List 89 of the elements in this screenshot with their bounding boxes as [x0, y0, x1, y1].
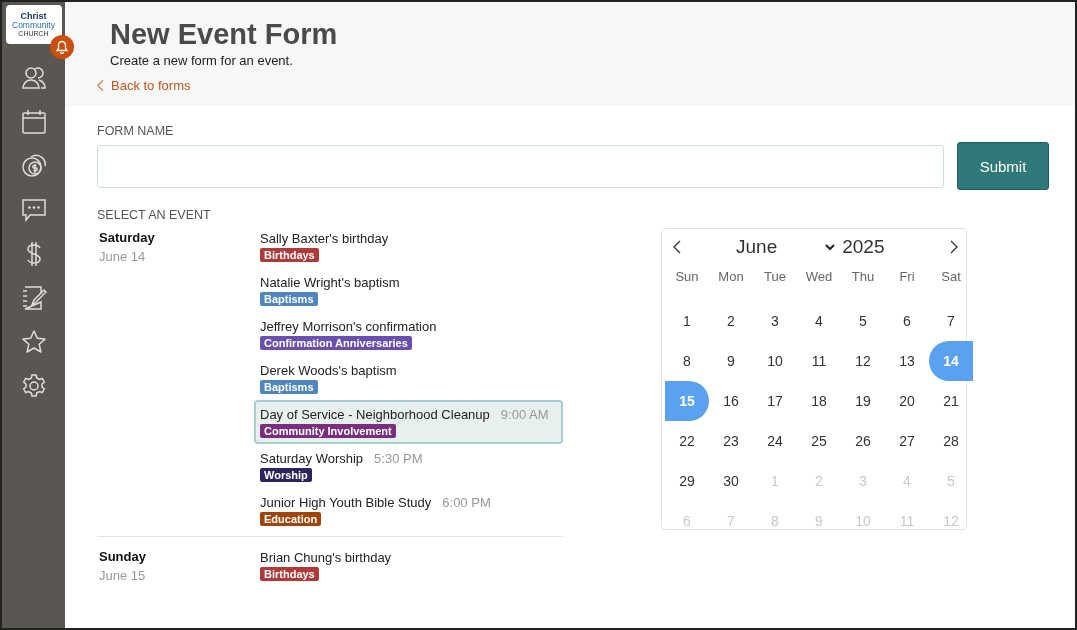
people-icon[interactable] [20, 65, 47, 91]
year-field[interactable]: 2025 [842, 236, 885, 258]
calendar-day[interactable]: 7 [929, 301, 973, 341]
event-time: 9:00 AM [500, 407, 549, 422]
event-title: Sally Baxter's birthday [260, 231, 389, 246]
weekday-label: Tue [763, 267, 787, 286]
calendar-day[interactable]: 30 [709, 461, 753, 501]
event-title: Derek Woods's baptism [260, 363, 397, 378]
weekday-label: Wed [804, 267, 834, 286]
calendar-day[interactable]: 13 [885, 341, 929, 381]
chat-icon[interactable] [20, 197, 47, 223]
category-tag: Education [260, 512, 322, 526]
day-name: Saturday [99, 230, 156, 245]
category-tag: Birthdays [260, 567, 319, 581]
calendar-day[interactable]: 20 [885, 381, 929, 421]
calendar-day[interactable]: 23 [709, 421, 753, 461]
category-tag: Baptisms [260, 380, 318, 394]
calendar-day[interactable]: 28 [929, 421, 973, 461]
event-item[interactable]: Day of Service - Neighborhood Cleanup 9:00 AM Community Involvement [254, 400, 563, 444]
notebook-icon[interactable] [20, 285, 47, 311]
calendar-day[interactable]: 1 [665, 301, 709, 341]
chevron-right-icon [950, 240, 958, 254]
event-item[interactable]: Junior High Youth Bible Study 6:00 PM Education [254, 488, 563, 532]
event-title: Junior High Youth Bible Study [260, 495, 432, 510]
calendar-day[interactable]: 11 [797, 341, 841, 381]
category-tag: Community Involvement [260, 424, 396, 438]
category-tag: Baptisms [260, 292, 318, 306]
back-link[interactable]: Back to forms [97, 78, 191, 93]
settings-icon[interactable] [20, 373, 47, 399]
day-date: June 15 [99, 568, 147, 583]
calendar-day[interactable]: 3 [753, 301, 797, 341]
calendar-day[interactable]: 2 [709, 301, 753, 341]
category-tag: Confirmation Anniversaries [260, 336, 412, 350]
day-name: Sunday [99, 549, 147, 564]
weekday-label: Thu [850, 267, 876, 286]
calendar-day[interactable]: 5 [841, 301, 885, 341]
calendar-day[interactable]: 29 [665, 461, 709, 501]
calendar-day[interactable]: 19 [841, 381, 885, 421]
event-time: 5:30 PM [374, 451, 423, 466]
calendar-day[interactable]: 25 [797, 421, 841, 461]
category-tag: Birthdays [260, 248, 319, 262]
calendar-day[interactable]: 26 [841, 421, 885, 461]
logo-text: Christ [20, 12, 47, 22]
chevron-left-icon [97, 79, 104, 92]
page-title: New Event Form [110, 18, 339, 51]
logo-text: Community [12, 21, 55, 30]
calendar-day[interactable]: 4 [797, 301, 841, 341]
calendar-day[interactable]: 17 [753, 381, 797, 421]
event-title: Saturday Worship [260, 451, 364, 466]
calendar-day[interactable]: 24 [753, 421, 797, 461]
day-date: June 14 [99, 249, 147, 264]
event-item[interactable]: Brian Chung's birthday Birthdays [254, 543, 563, 587]
calendar-day[interactable]: 18 [797, 381, 841, 421]
event-item[interactable]: Saturday Worship 5:30 PM Worship [254, 444, 563, 488]
event-title: Day of Service - Neighborhood Cleanup [260, 407, 490, 422]
category-tag: Worship [260, 468, 312, 482]
calendar-day[interactable]: 12 [841, 341, 885, 381]
weekday-label: Mon [717, 267, 745, 286]
month-dropdown[interactable]: June [736, 236, 836, 258]
bell-icon[interactable] [49, 35, 74, 59]
calendar-day[interactable]: 8 [665, 341, 709, 381]
calendar-day[interactable]: 21 [929, 381, 973, 421]
calendar-day[interactable]: 6 [885, 301, 929, 341]
weekday-label: Fri [898, 267, 916, 286]
event-item[interactable]: Natalie Wright's baptism Baptisms [254, 268, 563, 312]
event-title: Brian Chung's birthday [260, 550, 392, 565]
chevron-left-icon [673, 240, 681, 254]
form-name-field[interactable] [97, 144, 944, 188]
field-label: SELECT AN EVENT [97, 208, 212, 222]
calendar-day[interactable]: 27 [885, 421, 929, 461]
event-item[interactable]: Sally Baxter's birthday Birthdays [254, 224, 563, 268]
calendar-day[interactable]: 10 [753, 341, 797, 381]
event-item[interactable]: Derek Woods's baptism Baptisms [254, 356, 563, 400]
calendar-day[interactable]: 16 [709, 381, 753, 421]
event-time: 6:00 PM [442, 495, 491, 510]
submit-button[interactable]: Submit [957, 142, 1049, 190]
event-item[interactable]: Jeffrey Morrison's confirmation Confirmation Anniversaries [254, 312, 563, 356]
star-icon[interactable] [20, 329, 47, 355]
caret-icon [825, 243, 836, 251]
weekday-label: Sat [940, 267, 962, 286]
calendar-day[interactable]: 22 [665, 421, 709, 461]
calendar-day[interactable]: 9 [709, 341, 753, 381]
page-subtitle: Create a new form for an event. [110, 53, 294, 68]
weekday-label: Sun [674, 267, 700, 286]
event-title: Jeffrey Morrison's confirmation [260, 319, 437, 334]
calendar-icon[interactable] [20, 109, 47, 135]
event-title: Natalie Wright's baptism [260, 275, 400, 290]
field-label: FORM NAME [97, 124, 175, 138]
coins-icon[interactable] [20, 153, 47, 179]
